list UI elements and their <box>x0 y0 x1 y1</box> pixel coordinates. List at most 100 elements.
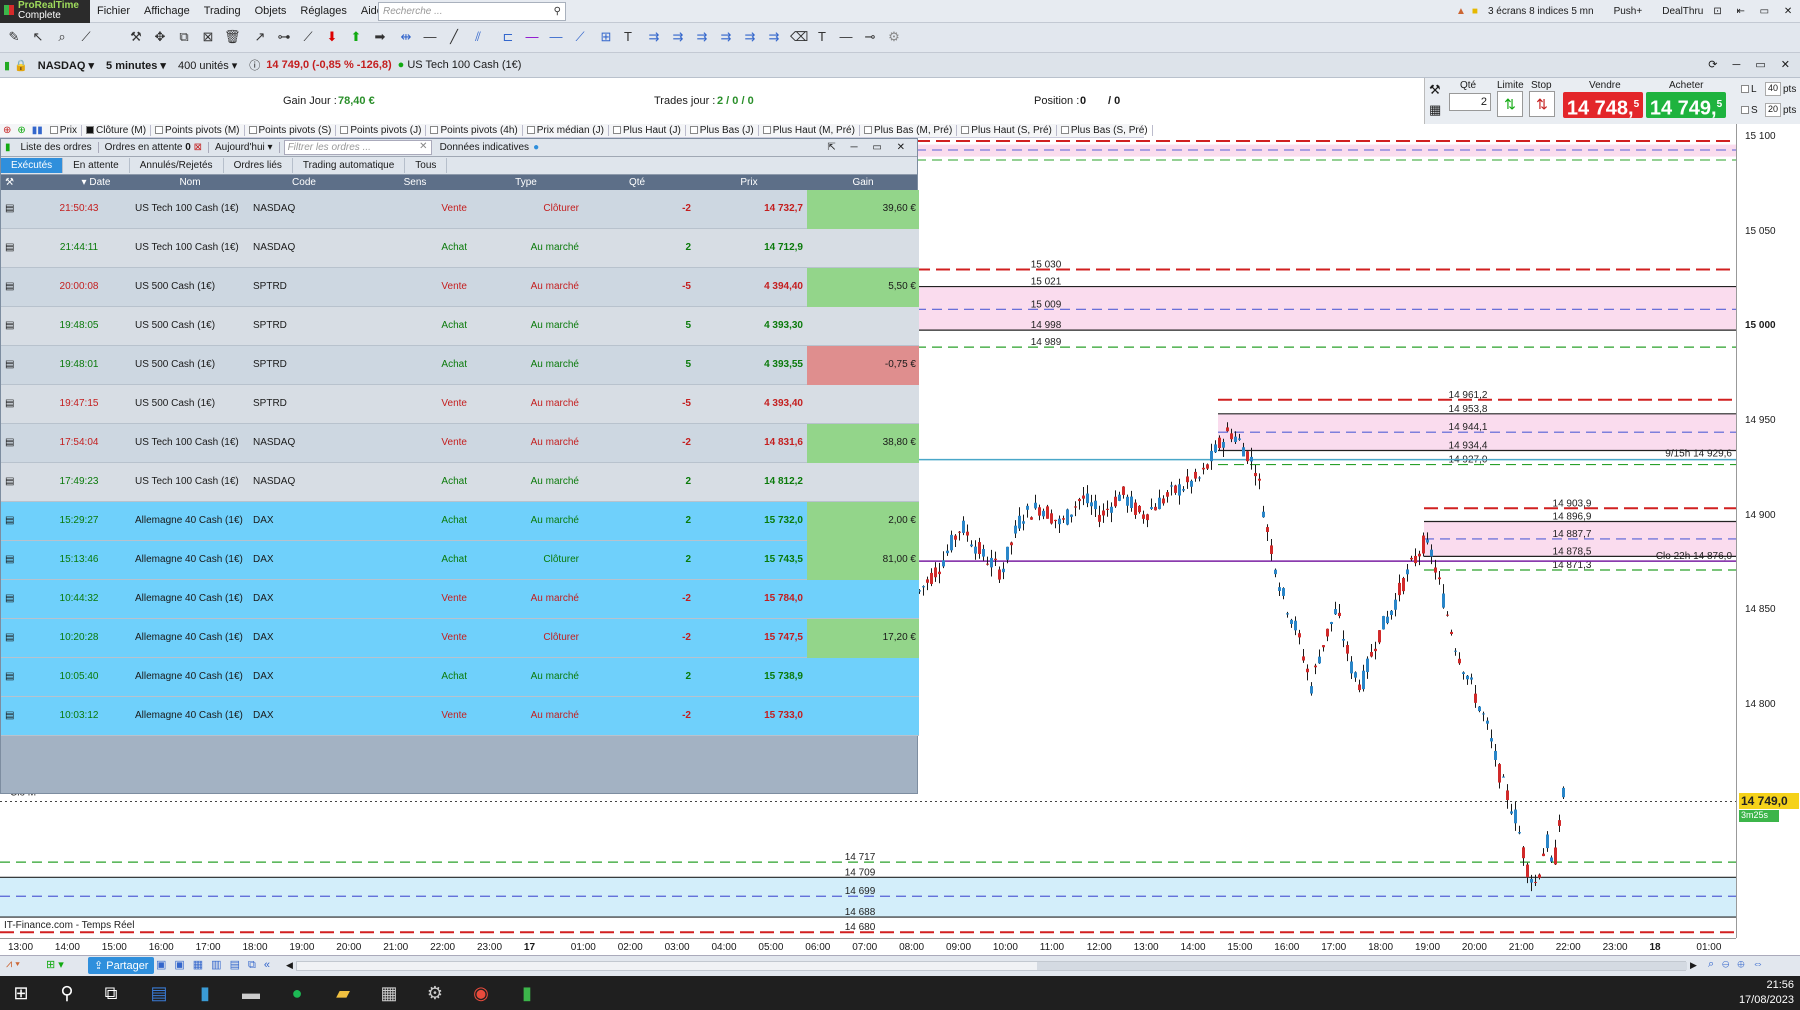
indicator-toggle-9[interactable]: Plus Haut (M, Pré) <box>759 125 860 136</box>
parallel4-icon[interactable]: ⇉ <box>718 29 734 45</box>
hline-icon[interactable]: ⇹ <box>398 29 414 45</box>
table-row[interactable]: ▤ 21:44:11 US Tech 100 Cash (1€) NASDAQ Acha… <box>1 229 919 268</box>
scroll-left-icon[interactable]: ◀ <box>286 960 293 971</box>
checkbox-icon[interactable] <box>526 126 535 134</box>
folder-gray-icon[interactable]: ▬ <box>240 982 262 1004</box>
parallel6-icon[interactable]: ⇉ <box>766 29 782 45</box>
sell-button[interactable]: 14 748,5 <box>1563 92 1643 120</box>
regression-icon[interactable]: ⟋ <box>572 29 588 45</box>
horizontal-scrollbar[interactable] <box>296 961 1687 971</box>
date-filter-select[interactable]: Aujourd'hui ▾ <box>209 142 280 153</box>
indicator-toggle-2[interactable]: Points pivots (M) <box>151 125 245 136</box>
task-view-icon[interactable]: ⧉ <box>100 982 122 1004</box>
chart-type-icon[interactable]: ▮ <box>4 59 10 72</box>
indicator-toggle-5[interactable]: Points pivots (4h) <box>426 125 523 136</box>
pending-orders-tab[interactable]: Ordres en attente 0 ⊠ <box>99 142 210 153</box>
new-window-icon[interactable]: ⊞ ▾ <box>46 958 64 971</box>
checkbox-icon[interactable] <box>762 126 771 134</box>
share-button[interactable]: ⇪ Partager <box>88 957 155 974</box>
stop-button[interactable]: ⇅ <box>1529 91 1555 117</box>
order-detail-icon[interactable]: ▤ <box>5 203 14 214</box>
table-row[interactable]: ▤ 10:20:28 Allemagne 40 Cash (1€) DAX Vente C… <box>1 619 919 658</box>
chart-window-controls[interactable]: ⟳ ─ ▭ ✕ <box>1708 58 1796 71</box>
chart-icon[interactable]: ▲ <box>1456 6 1466 17</box>
s-checkbox[interactable]: S <box>1741 105 1758 116</box>
pencil-icon[interactable]: ✎ <box>6 29 22 45</box>
lock-chart-icon[interactable]: 🔒 <box>14 59 28 72</box>
channel-icon[interactable]: ⫽ <box>470 29 486 45</box>
screens-button[interactable]: 3 écrans 8 indices 5 mn <box>1488 6 1594 17</box>
checkbox-icon[interactable] <box>86 126 95 134</box>
table-row[interactable]: ▤ 15:29:27 Allemagne 40 Cash (1€) DAX Achat A… <box>1 502 919 541</box>
buy-arrow-icon[interactable]: ⬆ <box>348 29 364 45</box>
settings-app-icon[interactable]: ⚙ <box>424 982 446 1004</box>
workspace-icons[interactable]: ▣▣▦▥▤⧉« <box>156 958 278 972</box>
tab-ordres-lies[interactable]: Ordres liés <box>224 158 293 173</box>
order-detail-icon[interactable]: ▤ <box>5 671 14 682</box>
ruler-icon[interactable]: ⟋ <box>78 29 94 45</box>
price-axis[interactable]: 15 100 15 050 15 000 14 950 14 900 14 850 14 8… <box>1736 124 1800 938</box>
fibo-icon[interactable]: ⟋ <box>300 29 316 45</box>
trash-icon[interactable]: 🗑 <box>224 29 241 45</box>
tab-executes[interactable]: Exécutés <box>1 158 64 173</box>
table-row[interactable]: ▤ 10:05:40 Allemagne 40 Cash (1€) DAX Achat A… <box>1 658 919 697</box>
table-row[interactable]: ▤ 19:48:05 US 500 Cash (1€) SPTRD Achat Au ma… <box>1 307 919 346</box>
tools-icon[interactable]: ⚒ <box>128 29 144 45</box>
settings-icon[interactable]: ⚙ <box>886 29 902 45</box>
timeframe-select[interactable]: 5 minutes ▾ <box>103 59 169 72</box>
scrollbar-thumb[interactable] <box>1037 962 1687 970</box>
order-detail-icon[interactable]: ▤ <box>5 476 14 487</box>
checkbox-icon[interactable] <box>248 126 257 134</box>
checkbox-icon[interactable] <box>49 126 58 134</box>
col-gain[interactable]: Gain <box>807 177 919 188</box>
indicator-toggle-7[interactable]: Plus Haut (J) <box>609 125 686 136</box>
indicator-toggle-6[interactable]: Prix médian (J) <box>523 125 609 136</box>
indicator-toggle-12[interactable]: Plus Bas (S, Pré) <box>1057 125 1153 136</box>
col-nom[interactable]: Nom <box>131 177 249 188</box>
col-date[interactable]: ▾ Date <box>61 177 131 188</box>
menu-reglages[interactable]: Réglages <box>293 5 353 17</box>
grid-icon[interactable]: ⊞ <box>598 29 614 45</box>
wrench-icon[interactable]: ⚒ <box>1429 82 1441 98</box>
menu-affichage[interactable]: Affichage <box>137 5 197 17</box>
tab-tous[interactable]: Tous <box>405 158 448 173</box>
bell-icon[interactable]: ■ <box>1472 6 1478 17</box>
order-detail-icon[interactable]: ▤ <box>5 632 14 643</box>
indicator-toggle-4[interactable]: Points pivots (J) <box>336 125 427 136</box>
hist-icon[interactable]: ▮▮ <box>29 125 46 136</box>
search-input[interactable]: Recherche ... ⚲ <box>378 2 566 21</box>
menu-objets[interactable]: Objets <box>248 5 294 17</box>
checkbox-icon[interactable] <box>961 126 970 134</box>
taskbar-search-icon[interactable]: ⚲ <box>56 982 78 1004</box>
checkbox-icon[interactable] <box>430 126 439 134</box>
col-prix[interactable]: Prix <box>693 177 805 188</box>
indicator-toggle-8[interactable]: Plus Bas (J) <box>686 125 759 136</box>
indicator-toggle-3[interactable]: Points pivots (S) <box>245 125 337 136</box>
move-icon[interactable]: ✥ <box>152 29 168 45</box>
windows-start-icon[interactable]: ⊞ <box>10 982 32 1004</box>
app-blue-icon[interactable]: ▮ <box>194 982 216 1004</box>
table-row[interactable]: ▤ 17:54:04 US Tech 100 Cash (1€) NASDAQ Vent… <box>1 424 919 463</box>
limit-button[interactable]: ⇅ <box>1497 91 1523 117</box>
table-row[interactable]: ▤ 17:49:23 US Tech 100 Cash (1€) NASDAQ Acha… <box>1 463 919 502</box>
line-icon[interactable]: — <box>422 29 438 45</box>
col-type[interactable]: Type <box>471 177 581 188</box>
buy-button[interactable]: 14 749,5 <box>1646 92 1726 120</box>
order-detail-icon[interactable]: ▤ <box>5 710 14 721</box>
add-indicator2-icon[interactable]: ⊕ <box>14 125 28 136</box>
diag-line-icon[interactable]: ╱ <box>446 29 462 45</box>
menu-fichier[interactable]: Fichier <box>90 5 137 17</box>
right-arrow-icon[interactable]: ➡ <box>372 29 388 45</box>
table-row[interactable]: ▤ 10:44:32 Allemagne 40 Cash (1€) DAX Vente A… <box>1 580 919 619</box>
cursor-icon[interactable]: ↖ <box>30 29 46 45</box>
copy-icon[interactable]: ⧉ <box>176 29 192 45</box>
checkbox-icon[interactable] <box>155 126 164 134</box>
table-row[interactable]: ▤ 20:00:08 US 500 Cash (1€) SPTRD Vente Au ma… <box>1 268 919 307</box>
parallel-icon[interactable]: ⇉ <box>646 29 662 45</box>
checkbox-icon[interactable] <box>612 126 621 134</box>
tab-annules[interactable]: Annulés/Rejetés <box>130 158 224 173</box>
horizontal-line-icon[interactable]: — <box>524 29 540 45</box>
tab-en-attente[interactable]: En attente <box>63 158 130 173</box>
filter-input[interactable]: Filtrer les ordres ... ✕ <box>283 140 432 155</box>
checkbox-icon[interactable] <box>689 126 698 134</box>
